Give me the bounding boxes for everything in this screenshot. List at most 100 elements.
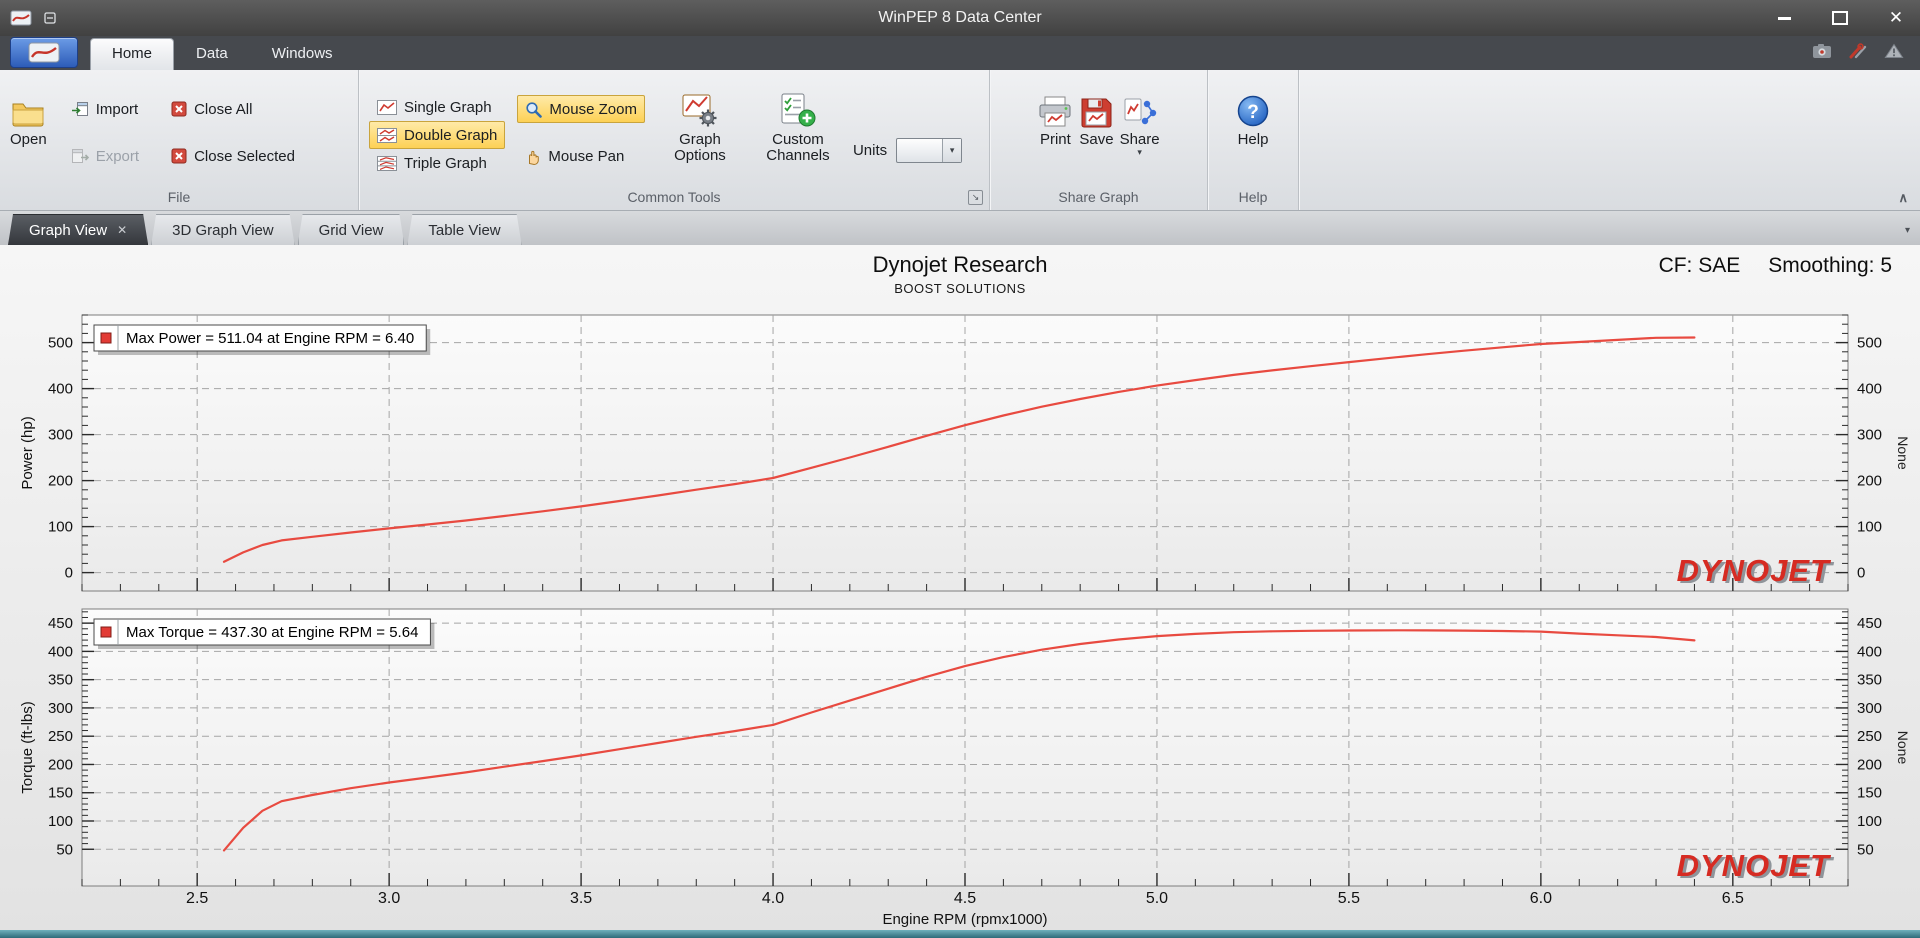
dynojet-watermark: DYNOJETDYNOJET bbox=[1677, 848, 1834, 885]
magnifier-icon bbox=[526, 101, 543, 118]
folder-icon bbox=[10, 90, 46, 128]
share-button[interactable]: Share ▾ bbox=[1120, 70, 1160, 186]
tab-list-caret-icon[interactable]: ▾ bbox=[1905, 225, 1910, 236]
help-button[interactable]: ? Help bbox=[1236, 70, 1270, 186]
double-graph-button[interactable]: Double Graph bbox=[369, 121, 506, 149]
export-label: Export bbox=[95, 147, 140, 165]
help-group-label: Help bbox=[1238, 189, 1268, 205]
print-label: Print bbox=[1039, 131, 1071, 148]
svg-text:450: 450 bbox=[1857, 615, 1882, 632]
graph-options-icon bbox=[682, 90, 718, 128]
power-legend[interactable]: Max Power = 511.04 at Engine RPM = 6.40 bbox=[93, 324, 431, 355]
svg-text:DYNOJET: DYNOJET bbox=[1677, 553, 1832, 588]
close-selected-button[interactable]: Close Selected bbox=[163, 142, 303, 170]
export-icon bbox=[71, 149, 89, 163]
save-label: Save bbox=[1079, 131, 1114, 148]
svg-text:100: 100 bbox=[48, 813, 73, 830]
graph-subtitle: BOOST SOLUTIONS bbox=[894, 281, 1026, 296]
help-group-content: ? Help bbox=[1208, 70, 1298, 186]
svg-text:2.5: 2.5 bbox=[186, 890, 208, 907]
svg-text:3.0: 3.0 bbox=[378, 890, 400, 907]
tab-3d-graph-view-label: 3D Graph View bbox=[172, 221, 274, 239]
close-all-button[interactable]: Close All bbox=[163, 95, 303, 123]
dynojet-watermark: DYNOJETDYNOJET bbox=[1677, 553, 1834, 590]
svg-text:Engine RPM (rpmx1000): Engine RPM (rpmx1000) bbox=[882, 911, 1047, 928]
camera-icon[interactable] bbox=[1812, 43, 1832, 59]
help-group: ? Help Help bbox=[1208, 70, 1299, 210]
triple-graph-button[interactable]: Triple Graph bbox=[369, 149, 505, 177]
units-select[interactable]: ▾ bbox=[896, 137, 963, 163]
torque-legend[interactable]: Max Torque = 437.30 at Engine RPM = 5.64 bbox=[93, 618, 435, 649]
correction-info: CF: SAE Smoothing: 5 bbox=[1659, 254, 1892, 278]
svg-text:300: 300 bbox=[1857, 427, 1882, 444]
mouse-tools-stack: Mouse Zoom Mouse Pan bbox=[517, 70, 645, 186]
titlebar-tool-icons bbox=[1812, 43, 1904, 59]
mouse-pan-button[interactable]: Mouse Pan bbox=[517, 142, 645, 170]
svg-text:350: 350 bbox=[1857, 672, 1882, 689]
svg-text:None: None bbox=[1895, 731, 1910, 765]
maximize-icon bbox=[1832, 11, 1848, 25]
minimize-button[interactable] bbox=[1774, 8, 1794, 28]
svg-text:500: 500 bbox=[1857, 335, 1882, 352]
power-chart[interactable]: 0 0 100 100 200 200 300 300 400 400 500 500 Max Powe… bbox=[19, 314, 1910, 592]
svg-text:5.0: 5.0 bbox=[1146, 890, 1168, 907]
file-group: Open Import Export Close All Close Selec… bbox=[0, 70, 359, 210]
warning-icon[interactable] bbox=[1884, 43, 1904, 59]
app-icon[interactable] bbox=[10, 10, 32, 26]
svg-text:200: 200 bbox=[48, 756, 73, 773]
mouse-zoom-button[interactable]: Mouse Zoom bbox=[517, 95, 645, 123]
tab-3d-graph-view[interactable]: 3D Graph View bbox=[151, 214, 294, 245]
svg-text:400: 400 bbox=[48, 381, 73, 398]
svg-text:100: 100 bbox=[48, 519, 73, 536]
single-graph-button[interactable]: Single Graph bbox=[369, 93, 505, 121]
graph-options-label: Graph Options bbox=[674, 131, 726, 164]
tab-grid-view[interactable]: Grid View bbox=[298, 214, 405, 245]
collapse-ribbon-button[interactable]: ∧ bbox=[1898, 190, 1908, 206]
svg-text:150: 150 bbox=[1857, 785, 1882, 802]
export-button[interactable]: Export bbox=[63, 142, 147, 170]
svg-text:400: 400 bbox=[1857, 381, 1882, 398]
units-control: Units ▾ bbox=[853, 70, 963, 186]
mouse-zoom-label: Mouse Zoom bbox=[549, 100, 637, 118]
hand-icon bbox=[529, 150, 540, 165]
ribbon-tab-data[interactable]: Data bbox=[174, 38, 250, 70]
ribbon-tab-home[interactable]: Home bbox=[90, 38, 175, 70]
save-button[interactable]: Save bbox=[1079, 70, 1114, 186]
import-button[interactable]: Import bbox=[63, 95, 147, 123]
maximize-button[interactable] bbox=[1830, 8, 1850, 28]
close-icon: ✕ bbox=[1888, 8, 1904, 27]
close-button[interactable]: ✕ bbox=[1886, 8, 1906, 28]
chart-canvas[interactable]: 0 0 100 100 200 200 300 300 400 400 500 500 Max Powe… bbox=[10, 299, 1910, 931]
svg-text:None: None bbox=[1895, 436, 1910, 470]
svg-text:0: 0 bbox=[1857, 565, 1865, 582]
file-group-content: Open Import Export Close All Close Selec… bbox=[0, 70, 358, 186]
torque-chart[interactable]: 50 50 100 100 150 150 200 200 250 250 300 300 350 350… bbox=[19, 608, 1910, 887]
close-tab-icon[interactable]: ✕ bbox=[117, 223, 127, 237]
svg-text:200: 200 bbox=[1857, 756, 1882, 773]
tab-table-view[interactable]: Table View bbox=[407, 214, 521, 245]
chart-header: Dynojet Research BOOST SOLUTIONS CF: SAE… bbox=[10, 245, 1910, 299]
double-graph-label: Double Graph bbox=[404, 126, 498, 144]
svg-text:200: 200 bbox=[48, 473, 73, 490]
ribbon: Open Import Export Close All Close Selec… bbox=[0, 70, 1920, 211]
import-export-stack: Import Export bbox=[63, 70, 147, 186]
application-menu-button[interactable] bbox=[10, 37, 78, 68]
svg-text:400: 400 bbox=[48, 643, 73, 660]
custom-channels-button[interactable]: Custom Channels bbox=[755, 70, 841, 186]
share-graph-group-label: Share Graph bbox=[1058, 189, 1139, 205]
graph-options-button[interactable]: Graph Options bbox=[657, 70, 743, 186]
quick-access-toolbar-icon[interactable] bbox=[44, 12, 56, 24]
common-tools-group: Single Graph Double Graph Triple Graph M… bbox=[359, 70, 990, 210]
open-label: Open bbox=[10, 131, 47, 148]
view-tab-strip: Graph View ✕ 3D Graph View Grid View Tab… bbox=[0, 211, 1920, 245]
dialog-launcher-icon[interactable]: ↘ bbox=[968, 190, 983, 205]
tools-icon[interactable] bbox=[1848, 43, 1868, 59]
ribbon-tab-windows[interactable]: Windows bbox=[250, 38, 355, 70]
svg-text:50: 50 bbox=[1857, 841, 1874, 858]
double-graph-icon bbox=[377, 127, 397, 143]
tab-graph-view[interactable]: Graph View ✕ bbox=[8, 214, 148, 245]
open-button[interactable]: Open bbox=[10, 70, 47, 186]
close-all-icon bbox=[171, 101, 187, 117]
print-button[interactable]: Print bbox=[1037, 70, 1073, 186]
file-group-label: File bbox=[167, 189, 191, 205]
